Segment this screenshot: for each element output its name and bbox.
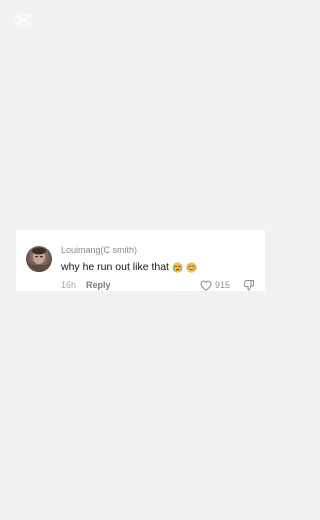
reply-button[interactable]: Reply <box>86 279 111 291</box>
like-count: 915 <box>214 280 230 290</box>
comment-content: Louimang(C smith) why he run out like th… <box>61 239 255 291</box>
avatar[interactable] <box>26 246 52 272</box>
dislike-button[interactable] <box>243 279 255 291</box>
capcut-logo-icon <box>14 12 32 28</box>
capcut-watermark <box>14 12 32 28</box>
comment-meta: 16h Reply 915 <box>61 279 255 291</box>
dislike-icon <box>243 279 255 291</box>
username[interactable]: Louimang(C smith) <box>61 244 255 256</box>
tears-of-joy-emoji <box>186 261 197 273</box>
crying-face-emoji <box>172 261 183 273</box>
like-button[interactable]: 915 <box>200 279 230 291</box>
comment-card: Louimang(C smith) why he run out like th… <box>16 230 265 291</box>
heart-icon <box>200 280 212 291</box>
timestamp: 16h <box>61 280 77 290</box>
comment-text: why he run out like that <box>61 261 169 273</box>
comment-body: why he run out like that <box>61 260 255 274</box>
